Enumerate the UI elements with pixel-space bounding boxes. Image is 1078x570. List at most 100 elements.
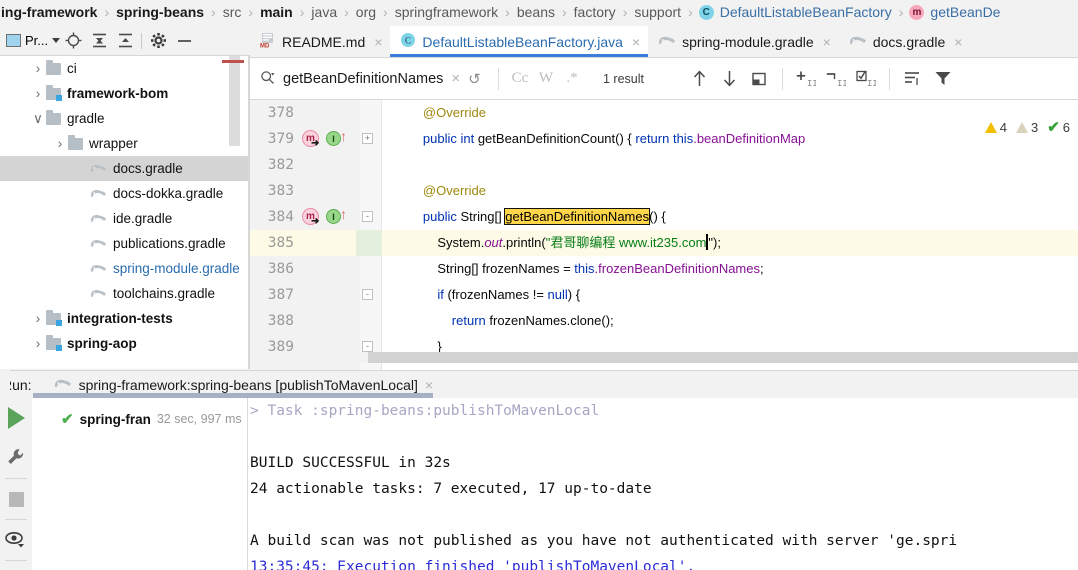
editor-tab-readme-md[interactable]: MD README.md ×	[250, 26, 390, 57]
tree-node-docs-dokka-gradle[interactable]: docs-dokka.gradle	[0, 181, 248, 206]
svg-text:C: C	[405, 36, 411, 46]
run-configuration-tab[interactable]: spring-framework:spring-beans [publishTo…	[54, 377, 433, 393]
tree-node-integration-tests[interactable]: › integration-tests	[0, 306, 248, 331]
run-task-tree[interactable]: ✔ spring-fran 32 sec, 997 ms	[33, 398, 248, 570]
toggle-view-button[interactable]	[0, 520, 32, 560]
breadcrumb-item-support[interactable]: support	[633, 4, 682, 20]
close-icon[interactable]: ×	[374, 34, 382, 50]
code-token: frozenNames.clone();	[489, 313, 614, 328]
close-icon[interactable]: ×	[632, 34, 640, 50]
remove-selection-icon[interactable]: II	[821, 65, 851, 93]
code-line[interactable]: return frozenNames.clone();	[382, 308, 614, 334]
override-method-icon[interactable]: m	[302, 208, 319, 227]
words-toggle[interactable]: W	[533, 70, 559, 87]
run-task-row[interactable]: ✔ spring-fran 32 sec, 997 ms	[61, 410, 247, 428]
implementation-icon[interactable]: I	[326, 131, 341, 146]
locate-file-icon[interactable]	[60, 28, 86, 54]
tree-node-spring-aop[interactable]: › spring-aop	[0, 331, 248, 356]
code-line[interactable]: if (frozenNames != null) {	[382, 282, 580, 308]
tree-node-spring-module-gradle[interactable]: spring-module.gradle	[0, 256, 248, 281]
settings-button[interactable]	[0, 438, 32, 478]
code-fold-toggle[interactable]: +	[362, 133, 373, 144]
select-occurrences-icon[interactable]: II	[851, 65, 881, 93]
breadcrumb-item-springframework[interactable]: springframework	[394, 4, 499, 20]
find-next-icon[interactable]	[714, 65, 744, 93]
chevron-right-icon[interactable]: ›	[30, 61, 46, 76]
close-icon[interactable]: ×	[954, 34, 962, 50]
expand-all-icon[interactable]	[86, 28, 112, 54]
code-line[interactable]: System.out.println("君哥聊编程 www.it235.com "…	[382, 230, 721, 256]
tree-node-ide-gradle[interactable]: ide.gradle	[0, 206, 248, 231]
close-icon[interactable]: ×	[425, 377, 433, 393]
close-icon[interactable]: ×	[823, 34, 831, 50]
breadcrumb-item-src[interactable]: src	[222, 4, 243, 20]
search-history-icon[interactable]: ↺	[468, 70, 481, 88]
implementing-arrow-icon[interactable]: ↑	[340, 206, 347, 222]
find-previous-icon[interactable]	[684, 65, 714, 93]
clear-search-icon[interactable]: ×	[451, 70, 460, 87]
stop-button[interactable]	[0, 479, 32, 519]
chevron-right-icon[interactable]: ›	[52, 136, 68, 151]
select-all-occurrences-icon[interactable]	[744, 65, 774, 93]
inspection-widget[interactable]: 4 3 ✔ 6	[984, 118, 1070, 136]
regex-toggle[interactable]: .*	[559, 70, 585, 87]
breadcrumb-item-org[interactable]: org	[355, 4, 377, 20]
add-selection-icon[interactable]: II	[791, 65, 821, 93]
intellij-idea-window: ing-framework › spring-beans › src › main › java…	[0, 0, 1078, 570]
chevron-right-icon[interactable]: ›	[30, 336, 46, 351]
code-token: String	[460, 209, 495, 224]
tree-node-toolchains-gradle[interactable]: toolchains.gradle	[0, 281, 248, 306]
breadcrumb-item-factory[interactable]: factory	[573, 4, 617, 20]
search-input[interactable]: getBeanDefinitionNames × ↺	[250, 58, 490, 100]
match-case-toggle[interactable]: Cc	[507, 70, 533, 87]
breadcrumb-item-defaultlistablebeanfactory[interactable]: C DefaultListableBeanFactory	[698, 4, 893, 20]
editor-tab-label: docs.gradle	[872, 33, 946, 50]
tree-node-publications-gradle[interactable]: publications.gradle	[0, 231, 248, 256]
chevron-down-icon[interactable]: ∨	[30, 111, 46, 127]
tree-node-wrapper[interactable]: › wrapper	[0, 131, 248, 156]
code-fold-toggle[interactable]: -	[362, 341, 373, 352]
implementation-icon[interactable]: I	[326, 209, 341, 224]
tree-node-ci[interactable]: › ci	[0, 56, 248, 81]
code-editor[interactable]: 378 @Override379mI↑+ public int getBeanD…	[250, 100, 1078, 370]
override-method-icon[interactable]: m	[302, 130, 319, 149]
breadcrumb-item-main[interactable]: main	[259, 4, 294, 20]
tree-node-gradle[interactable]: ∨ gradle	[0, 106, 248, 131]
code-line[interactable]: public int getBeanDefinitionCount() { re…	[382, 126, 805, 152]
project-tree-scrollbar[interactable]	[229, 56, 240, 146]
breadcrumb-item-beans[interactable]: beans	[516, 4, 556, 20]
preview-results-icon[interactable]	[898, 65, 928, 93]
breadcrumb-separator: ›	[299, 4, 305, 20]
code-line[interactable]	[382, 152, 394, 178]
chevron-right-icon[interactable]: ›	[30, 86, 46, 101]
editor-tab-defaultlistablebeanfactory-java[interactable]: C DefaultListableBeanFactory.java ×	[390, 26, 649, 57]
filter-icon[interactable]	[928, 65, 958, 93]
code-fold-toggle[interactable]: -	[362, 289, 373, 300]
chevron-right-icon[interactable]: ›	[30, 311, 46, 326]
editor-tab-label: README.md	[282, 33, 366, 50]
tree-node-framework-bom[interactable]: › framework-bom	[0, 81, 248, 106]
breadcrumb-item-spring-beans[interactable]: spring-beans	[115, 4, 205, 20]
breadcrumb-item-getbeande[interactable]: m getBeanDe	[909, 4, 1001, 20]
editor-tab-docs-gradle[interactable]: docs.gradle ×	[839, 26, 971, 57]
project-tree[interactable]: › ci › framework-bom ∨ gradle › wrapper docs.gra…	[0, 56, 248, 369]
project-view-selector[interactable]: Pr...	[6, 33, 61, 48]
breadcrumb-item-ing-framework[interactable]: ing-framework	[0, 4, 98, 20]
editor-scrollbar-thumb[interactable]	[368, 352, 1078, 363]
code-line[interactable]: @Override	[382, 178, 486, 204]
code-line[interactable]: public String[] getBeanDefinitionNames()…	[382, 204, 666, 230]
rerun-button[interactable]	[0, 398, 32, 438]
collapse-all-icon[interactable]	[112, 28, 138, 54]
code-line[interactable]: String[] frozenNames = this.frozenBeanDe…	[382, 256, 763, 282]
run-console-output[interactable]: > Task :spring-beans:publishToMavenLocal…	[250, 398, 1078, 570]
editor-horizontal-scrollbar[interactable]	[250, 352, 1078, 363]
minimize-icon[interactable]	[171, 28, 197, 54]
breadcrumb-item-java[interactable]: java	[310, 4, 338, 20]
code-fold-toggle[interactable]: -	[362, 211, 373, 222]
implementing-arrow-icon[interactable]: ↑	[340, 128, 347, 144]
tree-node-docs-gradle[interactable]: docs.gradle	[0, 156, 248, 181]
line-number: 378	[267, 105, 294, 121]
code-line[interactable]: @Override	[382, 100, 486, 126]
gear-icon[interactable]	[145, 28, 171, 54]
editor-tab-spring-module-gradle[interactable]: spring-module.gradle ×	[648, 26, 839, 57]
